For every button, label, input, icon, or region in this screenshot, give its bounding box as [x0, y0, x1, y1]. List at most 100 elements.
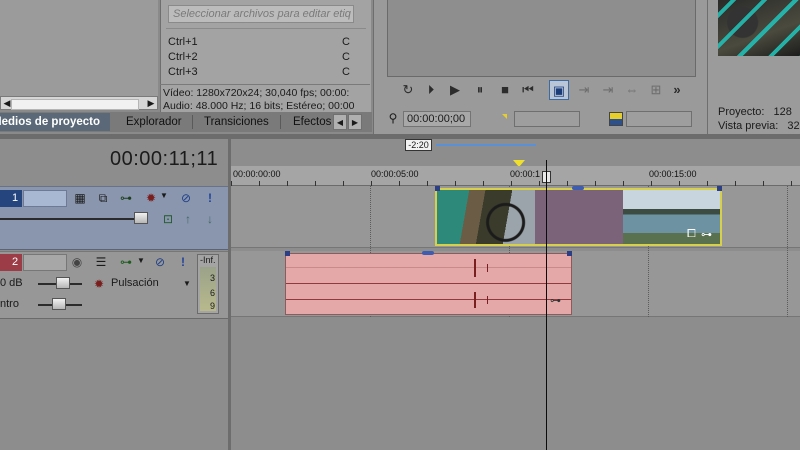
event-fx-icon[interactable]: ⊶ [550, 294, 561, 307]
volume-label: 0 dB [0, 277, 23, 289]
selection-icon[interactable]: ▣ [549, 80, 569, 100]
project-value: 128 [773, 106, 792, 118]
tab-separator [280, 115, 281, 129]
event-fx-icon[interactable]: ⊶ [701, 228, 712, 241]
panel-divider [166, 28, 366, 29]
video-track-number: 1 [0, 190, 22, 207]
clip-frame-bicycle [437, 190, 535, 244]
project-info: Proyecto: 128 [718, 106, 792, 118]
ruler-label: 00:00:05:00 [371, 169, 419, 179]
tab-separator [192, 115, 193, 129]
crop-icon[interactable]: ⧠ [687, 228, 696, 241]
shortcut-row[interactable]: Ctrl+3 C [168, 66, 368, 80]
mute-icon[interactable]: ⊘ [152, 254, 168, 270]
more-icon[interactable]: » [667, 80, 687, 100]
region-length-field[interactable] [626, 111, 692, 127]
trim-icon[interactable]: ⇔ [622, 80, 642, 100]
meter-scale-label: 6 [210, 288, 216, 298]
fade-handle[interactable] [435, 186, 440, 191]
fade-handle[interactable] [285, 251, 290, 256]
top-left-panel [0, 0, 158, 96]
opacity-slider-knob[interactable] [134, 212, 148, 224]
play-icon[interactable]: ▶ [445, 80, 465, 100]
transition-handle[interactable] [572, 186, 584, 190]
arm-record-icon[interactable]: ◉ [69, 254, 85, 270]
chevron-down-icon[interactable]: ▼ [137, 256, 145, 265]
audio-track-number: 2 [0, 254, 22, 271]
fade-handle[interactable] [567, 251, 572, 256]
make-child-icon[interactable]: ↓ [202, 211, 218, 227]
in-point-field[interactable] [514, 111, 580, 127]
tab-explorer[interactable]: Explorador [120, 113, 188, 131]
preview-timecode[interactable]: 00:00:00;00 [403, 111, 471, 127]
fade-handle[interactable] [717, 186, 722, 191]
clip-thumbnail [718, 0, 800, 56]
make-parent-icon[interactable]: ↑ [180, 211, 196, 227]
track-fx-icon[interactable]: ⊶ [118, 190, 134, 206]
offset-readout: -2:20 [405, 139, 432, 151]
waveform-peak [474, 259, 476, 277]
split-icon[interactable]: ⊞ [646, 80, 666, 100]
offset-indicator [436, 144, 536, 146]
meter-top-label: -Inf. [200, 255, 216, 265]
waveform-channel-line [286, 283, 571, 284]
settings-gear-icon[interactable]: ✹ [143, 190, 159, 206]
play-from-start-icon[interactable]: ⏵ [421, 80, 441, 100]
go-to-start-icon[interactable]: ⏮ [518, 80, 538, 100]
audio-clip[interactable]: ⊶ [285, 253, 572, 315]
track-motion-icon[interactable]: ▦ [72, 190, 88, 206]
cursor-timecode[interactable]: 00:00:11;11 [110, 148, 218, 171]
in-marker-icon [502, 114, 507, 119]
chevron-down-icon[interactable]: ▼ [160, 191, 168, 200]
grid-line [787, 186, 788, 317]
ruler-label: 00:00:15:00 [649, 169, 697, 179]
marker-pin-icon[interactable]: ⚲ [386, 111, 400, 127]
audio-info: Audio: 48.000 Hz; 16 bits; Estéreo; 00:0… [163, 100, 355, 112]
shortcut-key: Ctrl+3 [168, 66, 198, 78]
video-track-name-field[interactable] [23, 190, 67, 207]
audio-fx-icon[interactable]: ⊶ [118, 254, 134, 270]
pause-icon[interactable]: ⏸ [470, 80, 490, 100]
shortcut-row[interactable]: Ctrl+1 C [168, 36, 368, 50]
compositing-mode-icon[interactable]: ⧉ [95, 190, 111, 206]
tab-project-media[interactable]: Medios de proyecto [0, 113, 110, 131]
info-divider [160, 84, 370, 85]
shortcut-key: Ctrl+1 [168, 36, 198, 48]
pan-label: ntro [0, 298, 19, 310]
video-preview-screen [387, 0, 696, 77]
chevron-down-icon[interactable]: ▼ [183, 279, 191, 288]
ruler-label: 00:00:00:00 [233, 169, 281, 179]
tab-scroll-right-icon[interactable]: ▶ [348, 114, 362, 130]
tab-effects[interactable]: Efectos [287, 113, 337, 131]
next-frame-icon[interactable]: ⇥ [598, 80, 618, 100]
solo-icon[interactable]: ! [202, 190, 218, 206]
video-clip[interactable]: ⧠ ⊶ [435, 188, 722, 246]
shortcut-value: C [342, 51, 350, 63]
scroll-right-icon[interactable]: ▶ [145, 97, 157, 109]
pan-mode-label[interactable]: Pulsación [111, 277, 159, 289]
region-icon[interactable] [609, 112, 623, 126]
search-input[interactable]: Seleccionar archivos para editar etiq [168, 5, 354, 23]
pan-slider-knob[interactable] [52, 298, 66, 310]
scrollbar-thumb[interactable] [11, 99, 139, 110]
transition-handle[interactable] [422, 251, 434, 255]
stop-icon[interactable]: ■ [495, 80, 515, 100]
solo-icon[interactable]: ! [175, 254, 191, 270]
tab-transitions[interactable]: Transiciones [198, 113, 275, 131]
volume-slider-knob[interactable] [56, 277, 70, 289]
tab-scroll-left-icon[interactable]: ◀ [333, 114, 347, 130]
loop-icon[interactable]: ↻ [398, 80, 418, 100]
audio-envelope-icon[interactable]: ☰ [93, 254, 109, 270]
shortcut-row[interactable]: Ctrl+2 C [168, 51, 368, 65]
mute-icon[interactable]: ⊘ [178, 190, 194, 206]
settings-gear-icon[interactable]: ✹ [91, 276, 107, 292]
playhead-cursor[interactable] [546, 160, 547, 450]
waveform-channel-line [286, 299, 571, 300]
video-info: Vídeo: 1280x720x24; 30,040 fps; 00:00: [163, 87, 350, 99]
opacity-slider-track[interactable] [0, 218, 140, 220]
composite-child-icon[interactable]: ⊡ [160, 211, 176, 227]
waveform-channel-line [286, 267, 571, 268]
audio-track-name-field[interactable] [23, 254, 67, 271]
horizontal-scrollbar[interactable]: ◀ ▶ [0, 96, 158, 110]
prev-frame-icon[interactable]: ⇥ [574, 80, 594, 100]
